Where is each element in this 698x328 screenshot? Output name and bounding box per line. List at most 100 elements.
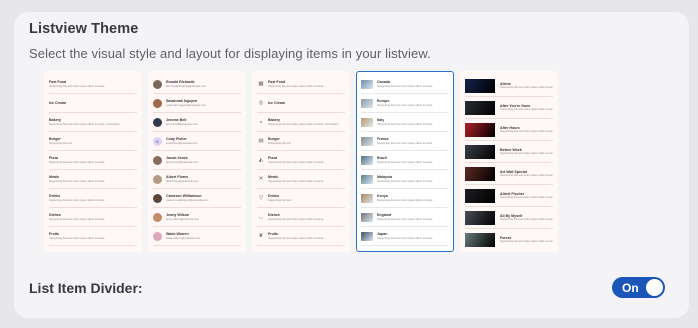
item-subtitle: jacob.jones@example.com <box>166 160 199 164</box>
item-subtitle: albert.flores@example.com <box>166 179 199 183</box>
item-title: Ronald Richards <box>166 80 195 85</box>
theme-avatar-item: Jacob Jones jacob.jones@example.com <box>149 151 245 169</box>
item-subtitle: Supporting line text lorem ipsum dolor s… <box>377 179 434 183</box>
avatar <box>153 212 162 222</box>
item-title: Burger <box>268 137 280 142</box>
toggle-state-label: On <box>622 281 639 295</box>
theme-icon-item: ▤ Burger Supporting line text <box>253 132 349 150</box>
item-title: Brazil <box>377 156 387 161</box>
item-title: Fruits <box>49 232 59 237</box>
item-title: Drinks <box>268 194 280 199</box>
item-title: Bakery <box>49 118 61 123</box>
item-subtitle: Supporting line text lorem ipsum dolor s… <box>500 196 553 200</box>
theme-option-media[interactable]: Aliens Supporting line text lorem ipsum d… <box>460 71 558 252</box>
item-subtitle: Supporting line text <box>268 141 292 145</box>
item-subtitle: Supporting line text lorem ipsum dolor s… <box>500 174 553 178</box>
theme-thumb-item: Malaysia Supporting line text lorem ipsum… <box>357 170 453 188</box>
item-subtitle: Supporting line text lorem ipsum dolor s… <box>500 152 553 156</box>
category-icon: ❦ <box>258 233 264 239</box>
media-thumbnail <box>465 78 495 93</box>
avatar <box>153 117 162 127</box>
list-item-divider-toggle[interactable]: On <box>612 277 665 298</box>
avatar <box>153 98 162 108</box>
item-subtitle: Supporting line text lorem ipsum dolor s… <box>377 198 434 202</box>
theme-icon-item: ▽ Drinks Supporting line text <box>253 189 349 207</box>
item-subtitle: wade.warren@example.com <box>166 236 201 240</box>
theme-icon-item: ▽Drinks <box>253 246 349 251</box>
item-title: England <box>377 213 392 218</box>
theme-option-thumbnail[interactable]: Canada Supporting line text lorem ipsum d… <box>356 71 454 252</box>
item-subtitle: felt.ronaldrichards@example.com <box>166 84 207 88</box>
item-subtitle: Supporting line text lorem ipsum dolor s… <box>377 103 434 107</box>
item-title: Aliens <box>500 81 511 86</box>
item-title: Albert Fischer <box>500 191 525 196</box>
category-icon: ◡ <box>258 214 264 220</box>
item-title: Italy <box>377 118 385 123</box>
theme-plain-item: Meals Supporting line text lorem ipsum do… <box>45 170 141 188</box>
item-subtitle: Supporting line text lorem ipsum dolor s… <box>500 240 553 244</box>
item-subtitle: Supporting line text lorem ipsum dolor s… <box>500 130 553 134</box>
theme-avatar-item: Jenny Wilson jenny.wilson@example.com <box>149 208 245 226</box>
theme-icon-item: ✕ Meals Supporting line text lorem ipsum d… <box>253 170 349 188</box>
item-title: Kenya <box>377 194 388 199</box>
theme-media-item: All By Myself Supporting line text lorem … <box>461 207 557 228</box>
thumbnail-image <box>361 231 373 241</box>
item-title: After You're Gone <box>500 103 531 108</box>
theme-plain-item: Fast FoodSupporting line text lorem ipsu… <box>45 75 141 93</box>
section-subtitle: Select the visual style and layout for d… <box>29 46 431 61</box>
theme-plain-item: Bakery Supporting line text lorem ipsum d… <box>45 113 141 131</box>
theme-thumb-item: Canada Supporting line text lorem ipsum d… <box>357 75 453 93</box>
theme-icon-item: ◭ Pizza Supporting line text lorem ipsum d… <box>253 151 349 169</box>
avatar <box>153 79 162 89</box>
theme-plain-item: Fruits Supporting line text lorem ipsum d… <box>45 227 141 245</box>
theme-media-item: After Hours Supporting line text lorem ip… <box>461 119 557 140</box>
item-subtitle: Supporting line text lorem ipsum dolor s… <box>49 198 106 202</box>
media-thumbnail <box>465 232 495 247</box>
thumbnail-image <box>361 212 373 222</box>
item-title: Pizza <box>268 156 277 161</box>
item-subtitle: Supporting line text lorem ipsum dolor s… <box>377 236 434 240</box>
item-title: Europe <box>377 99 390 104</box>
item-title: Dishes <box>49 213 61 218</box>
item-subtitle: cody.fisher@example.com <box>166 141 198 145</box>
theme-thumb-item: England Supporting line text lorem ipsum … <box>357 208 453 226</box>
theme-option-avatar[interactable]: Ronald Richards felt.ronaldrichards@examp… <box>148 71 246 252</box>
theme-thumb-item: Europe Supporting line text lorem ipsum d… <box>357 94 453 112</box>
media-thumbnail <box>465 188 495 203</box>
item-title: Jenny Wilson <box>166 213 190 218</box>
item-title: France <box>377 137 389 142</box>
theme-icon-item: ❦ Fruits Supporting line text lorem ipsum … <box>253 227 349 245</box>
item-title: Cody Fisher <box>166 137 187 142</box>
item-subtitle: Supporting line text <box>268 198 292 202</box>
theme-thumb-item: Kenya Supporting line text lorem ipsum do… <box>357 189 453 207</box>
item-title: Jerome Bell <box>166 118 187 123</box>
theme-plain-item: Ice Cream <box>45 94 141 112</box>
item-subtitle: Supporting line text lorem ipsum dolor s… <box>268 84 325 88</box>
item-title: Albert Flores <box>166 175 189 180</box>
item-subtitle: Supporting line text lorem ipsum dolor s… <box>268 179 325 183</box>
item-subtitle: Supporting line text lorem ipsum dolor s… <box>49 217 106 221</box>
media-thumbnail <box>465 144 495 159</box>
theme-thumb-item: Russia <box>357 246 453 251</box>
item-title: Burger <box>49 137 61 142</box>
item-title: Fruits <box>268 232 278 237</box>
theme-thumb-item: France Supporting line text lorem ipsum d… <box>357 132 453 150</box>
item-subtitle: Supporting line text lorem ipsum dolor s… <box>268 160 325 164</box>
theme-option-icon[interactable]: ▦ Fast Food Supporting line text lorem ips… <box>252 71 350 252</box>
theme-icon-item: ▦ Fast Food Supporting line text lorem ips… <box>253 75 349 93</box>
item-subtitle: savannah.nguyen@example.com <box>166 103 206 107</box>
item-title: Fast Food <box>49 251 137 252</box>
thumbnail-image <box>361 174 373 184</box>
theme-media-item: Art Wall Special Supporting line text lor… <box>461 163 557 184</box>
item-title: Japan <box>377 232 388 237</box>
item-title: Art Wall Special <box>500 169 528 174</box>
item-subtitle: Supporting line text lorem ipsum dolor s… <box>377 217 434 221</box>
theme-plain-item: Fast FoodSupporting line text lorem ipsu… <box>45 246 141 252</box>
item-title: Wade Warren <box>166 232 189 237</box>
category-icon: ◒ <box>259 119 263 125</box>
theme-avatar-item: Jerome Bell jerome.bell@example.com <box>149 113 245 131</box>
item-title: Fast Food <box>49 80 67 85</box>
item-subtitle: jenny.wilson@example.com <box>166 217 200 221</box>
theme-option-plain[interactable]: Fast Food Supporting line text lorem ipsu… <box>44 71 142 252</box>
item-subtitle: Supporting line text lorem ipsum dolor s… <box>500 108 553 112</box>
